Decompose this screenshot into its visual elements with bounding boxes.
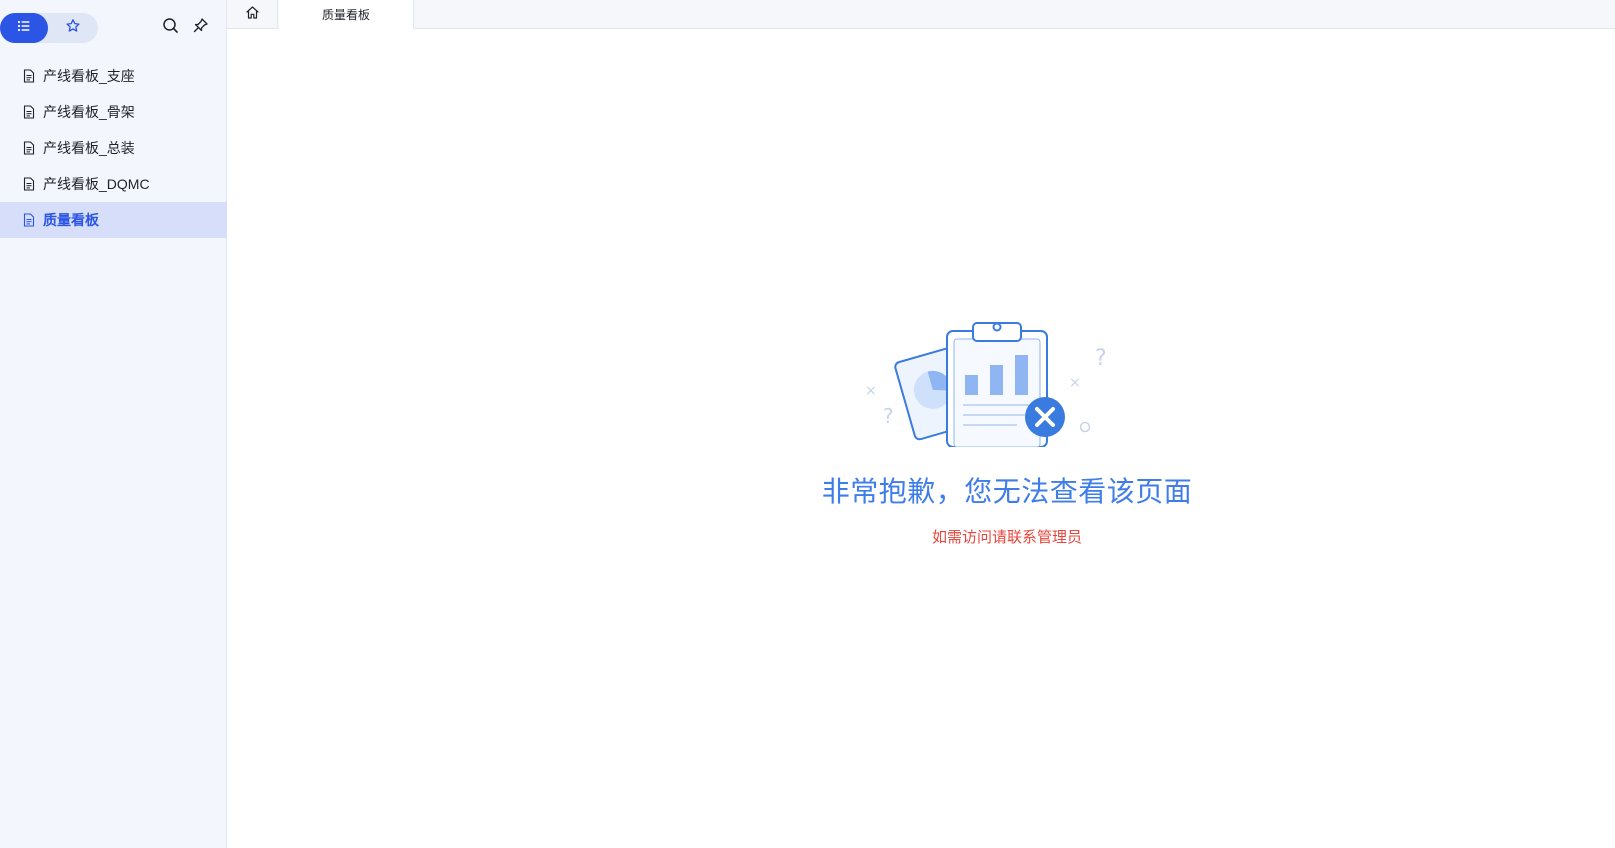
home-tab[interactable] xyxy=(227,0,278,29)
search-button[interactable] xyxy=(158,16,182,40)
main-content: × ? × ? 非常抱歉，您无法查看该页面 如需访问请联系管理员 xyxy=(227,29,1615,848)
app-window: 产线看板_支座 产线看板_骨架 产线看板_总装 产线看板_DQMC 质量看板 质… xyxy=(0,0,1615,848)
list-icon xyxy=(16,18,32,39)
tab-quality-board[interactable]: 质量看板 xyxy=(279,0,414,29)
svg-text:×: × xyxy=(1069,375,1081,391)
document-icon xyxy=(22,69,36,83)
pin-sidebar-button[interactable] xyxy=(188,16,212,40)
favorites-button[interactable] xyxy=(50,13,96,43)
document-icon xyxy=(22,177,36,191)
sidebar-view-switcher xyxy=(0,13,98,43)
svg-text:?: ? xyxy=(1095,346,1107,371)
sidebar-item-label: 产线看板_支座 xyxy=(43,68,135,84)
sidebar-item-dqmc[interactable]: 产线看板_DQMC xyxy=(0,166,227,202)
document-icon xyxy=(22,213,36,227)
search-icon xyxy=(162,17,179,39)
sidebar-item-label: 产线看板_DQMC xyxy=(43,176,150,192)
sidebar-item-label: 质量看板 xyxy=(43,212,99,228)
sidebar-nav: 产线看板_支座 产线看板_骨架 产线看板_总装 产线看板_DQMC 质量看板 xyxy=(0,58,227,238)
pin-icon xyxy=(192,17,209,39)
svg-text:?: ? xyxy=(883,404,894,428)
document-icon xyxy=(22,105,36,119)
sidebar: 产线看板_支座 产线看板_骨架 产线看板_总装 产线看板_DQMC 质量看板 xyxy=(0,0,227,848)
star-icon xyxy=(65,18,81,39)
sidebar-item-zongzhuang[interactable]: 产线看板_总装 xyxy=(0,130,227,166)
home-icon xyxy=(245,5,260,25)
svg-text:×: × xyxy=(865,383,877,399)
error-subtitle: 如需访问请联系管理员 xyxy=(931,529,1082,546)
no-permission-illustration: × ? × ? xyxy=(797,287,1217,485)
sidebar-item-label: 产线看板_总装 xyxy=(43,140,135,156)
tab-bar: 质量看板 xyxy=(227,0,1615,29)
document-icon xyxy=(22,141,36,155)
error-title: 非常抱歉，您无法查看该页面 xyxy=(821,476,1193,507)
sidebar-item-zhizuo[interactable]: 产线看板_支座 xyxy=(0,58,227,94)
sidebar-item-label: 产线看板_骨架 xyxy=(43,104,135,120)
list-view-button[interactable] xyxy=(0,13,48,43)
tab-label: 质量看板 xyxy=(321,8,370,22)
sidebar-item-gujia[interactable]: 产线看板_骨架 xyxy=(0,94,227,130)
sidebar-item-quality[interactable]: 质量看板 xyxy=(0,202,227,238)
